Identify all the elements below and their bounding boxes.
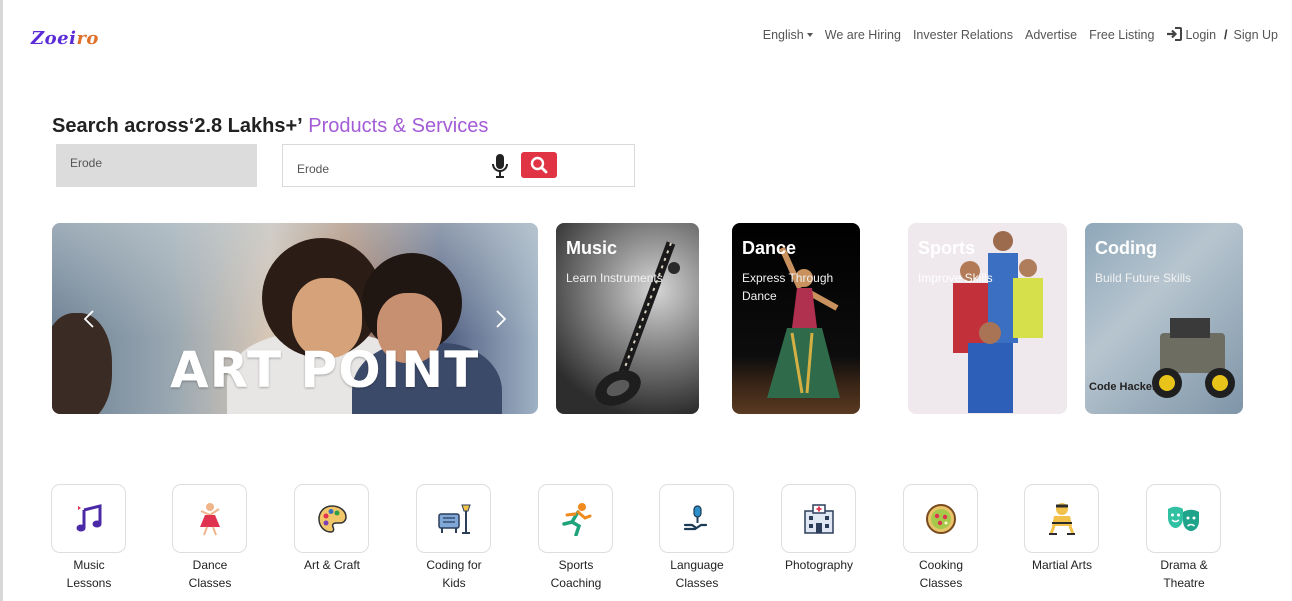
dancer-icon bbox=[199, 502, 220, 535]
palette-icon bbox=[317, 504, 347, 533]
login-label: Login bbox=[1185, 28, 1217, 42]
category-label: Music Lessons bbox=[66, 558, 112, 590]
category-label: Sports Coaching bbox=[550, 558, 602, 590]
coding-card-title: Coding bbox=[1095, 238, 1157, 258]
category-label: Art & Craft bbox=[303, 558, 360, 572]
signup-link[interactable]: Sign Up bbox=[1234, 28, 1278, 42]
music-card-subtitle: Learn Instruments bbox=[566, 271, 663, 285]
category-tile[interactable] bbox=[659, 484, 734, 553]
sports-card-title: Sports bbox=[918, 238, 976, 258]
runner-icon bbox=[561, 502, 591, 536]
carousel-next-icon[interactable] bbox=[494, 309, 508, 329]
category-tile[interactable] bbox=[781, 484, 856, 553]
hospital-building-icon bbox=[803, 503, 834, 534]
desk-lamp-icon bbox=[437, 504, 471, 534]
sports-banner-card[interactable]: Sports Improve Skills bbox=[908, 223, 1067, 414]
carousel-prev-icon[interactable] bbox=[82, 309, 96, 329]
logo-text-2: ro bbox=[76, 28, 99, 49]
sports-card-subtitle: Improve Skills bbox=[918, 271, 993, 285]
category-label: Photography bbox=[784, 558, 854, 572]
dance-card-title: Dance bbox=[742, 238, 797, 258]
coding-card-caption: Code Hacker bbox=[1089, 381, 1157, 393]
music-banner-card[interactable]: Music Learn Instruments bbox=[556, 223, 699, 414]
search-query-value: Erode bbox=[297, 162, 330, 176]
category-art-craft[interactable]: Art & Craft bbox=[294, 484, 370, 574]
category-music-lessons[interactable]: Music Lessons bbox=[51, 484, 127, 592]
category-coding-for-kids[interactable]: Coding for Kids bbox=[416, 484, 492, 592]
headline-bold: Search across‘2.8 Lakhs+’ bbox=[52, 115, 303, 137]
advertise-link[interactable]: Advertise bbox=[1025, 28, 1077, 42]
dance-banner-card[interactable]: Dance Express Through Dance bbox=[732, 223, 860, 414]
category-label: Coding for Kids bbox=[426, 558, 482, 590]
language-dropdown[interactable]: English bbox=[763, 28, 813, 42]
category-tile[interactable] bbox=[51, 484, 126, 553]
category-photography[interactable]: Photography bbox=[781, 484, 857, 574]
category-cooking-classes[interactable]: Cooking Classes bbox=[903, 484, 979, 592]
nav-separator: / bbox=[1224, 27, 1228, 42]
category-tile[interactable] bbox=[416, 484, 491, 553]
city-selector[interactable]: Erode bbox=[56, 144, 257, 187]
martial-artist-icon bbox=[1048, 502, 1075, 535]
category-language-classes[interactable]: Language Classes bbox=[659, 484, 735, 592]
language-label: English bbox=[762, 27, 804, 42]
top-nav: English We are Hiring Invester Relations… bbox=[751, 27, 1278, 42]
search-icon bbox=[530, 156, 548, 174]
category-tile[interactable] bbox=[294, 484, 369, 553]
left-edge-bar bbox=[0, 0, 3, 601]
category-label: Dance Classes bbox=[188, 558, 232, 590]
search-input[interactable]: Erode bbox=[282, 144, 635, 187]
theatre-masks-icon bbox=[1167, 506, 1199, 531]
free-listing-link[interactable]: Free Listing bbox=[1089, 28, 1154, 42]
microphone-hand-icon bbox=[683, 504, 707, 530]
login-icon bbox=[1167, 27, 1183, 41]
city-value: Erode bbox=[70, 156, 103, 170]
coding-card-subtitle: Build Future Skills bbox=[1095, 271, 1192, 285]
category-label: Drama & Theatre bbox=[1160, 558, 1208, 590]
dancer-figure-icon bbox=[767, 246, 840, 398]
headline-accent: Products & Services bbox=[308, 115, 489, 137]
caret-down-icon bbox=[806, 33, 813, 38]
logo-text-1: Zoei bbox=[31, 28, 77, 49]
investor-relations-link[interactable]: Invester Relations bbox=[913, 28, 1013, 42]
dance-card-subtitle: Express Through Dance bbox=[742, 271, 834, 303]
pizza-icon bbox=[925, 503, 956, 534]
category-tile[interactable] bbox=[903, 484, 978, 553]
category-label: Language Classes bbox=[670, 558, 724, 590]
music-notes-icon bbox=[76, 503, 101, 531]
coding-banner-card[interactable]: Coding Build Future Skills Code Hacker bbox=[1085, 223, 1243, 414]
site-logo[interactable]: Zoeiro bbox=[31, 28, 99, 49]
sitar-icon bbox=[595, 241, 680, 406]
search-headline: Search across‘2.8 Lakhs+’ Products & Ser… bbox=[52, 115, 488, 138]
category-label: Cooking Classes bbox=[918, 558, 964, 590]
category-tile[interactable] bbox=[1146, 484, 1221, 553]
login-link[interactable]: Login bbox=[1166, 27, 1216, 42]
category-drama-theatre[interactable]: Drama & Theatre bbox=[1146, 484, 1222, 592]
robot-car-icon bbox=[1152, 318, 1235, 398]
category-tile[interactable] bbox=[172, 484, 247, 553]
hero-carousel[interactable]: ART POINT bbox=[52, 223, 538, 414]
category-sports-coaching[interactable]: Sports Coaching bbox=[538, 484, 614, 592]
search-button[interactable] bbox=[521, 152, 557, 178]
microphone-icon[interactable] bbox=[491, 153, 509, 179]
category-dance-classes[interactable]: Dance Classes bbox=[172, 484, 248, 592]
hiring-link[interactable]: We are Hiring bbox=[825, 28, 901, 42]
hero-title: ART POINT bbox=[170, 341, 480, 399]
category-tile[interactable] bbox=[1024, 484, 1099, 553]
category-label: Martial Arts bbox=[1031, 558, 1092, 572]
music-card-title: Music bbox=[566, 238, 618, 258]
category-martial-arts[interactable]: Martial Arts bbox=[1024, 484, 1100, 574]
category-tile[interactable] bbox=[538, 484, 613, 553]
